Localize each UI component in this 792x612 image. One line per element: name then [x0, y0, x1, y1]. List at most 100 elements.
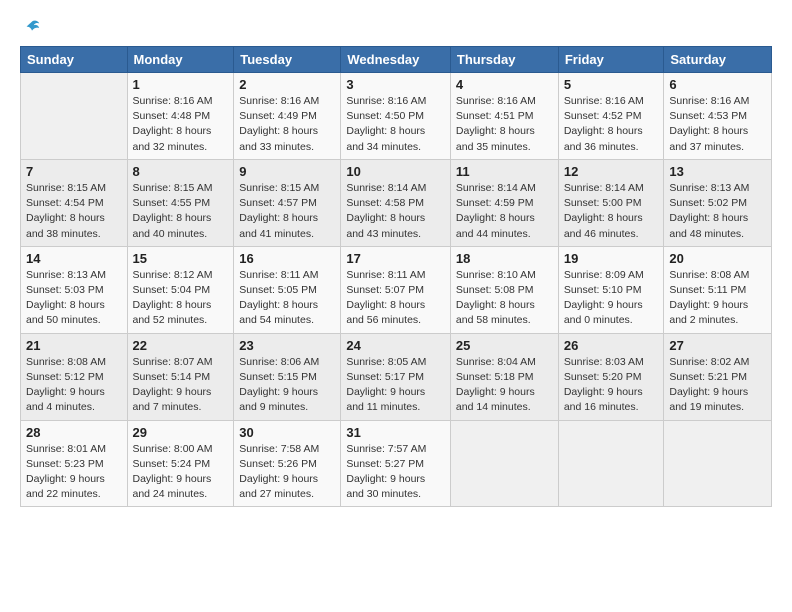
- day-info: Sunrise: 8:15 AM Sunset: 4:57 PM Dayligh…: [239, 181, 335, 242]
- day-info: Sunrise: 8:11 AM Sunset: 5:05 PM Dayligh…: [239, 268, 335, 329]
- column-header-monday: Monday: [127, 47, 234, 73]
- day-info: Sunrise: 8:00 AM Sunset: 5:24 PM Dayligh…: [133, 442, 229, 503]
- day-info: Sunrise: 8:15 AM Sunset: 4:54 PM Dayligh…: [26, 181, 122, 242]
- day-number: 23: [239, 338, 335, 353]
- day-number: 31: [346, 425, 445, 440]
- column-header-tuesday: Tuesday: [234, 47, 341, 73]
- day-cell: 7 Sunrise: 8:15 AM Sunset: 4:54 PM Daylig…: [21, 159, 128, 246]
- day-info: Sunrise: 8:12 AM Sunset: 5:04 PM Dayligh…: [133, 268, 229, 329]
- day-cell: 2 Sunrise: 8:16 AM Sunset: 4:49 PM Daylig…: [234, 73, 341, 160]
- day-cell: 15 Sunrise: 8:12 AM Sunset: 5:04 PM Dayli…: [127, 246, 234, 333]
- day-number: 12: [564, 164, 659, 179]
- logo-bird-icon: [23, 18, 41, 36]
- day-number: 16: [239, 251, 335, 266]
- day-info: Sunrise: 8:02 AM Sunset: 5:21 PM Dayligh…: [669, 355, 766, 416]
- day-info: Sunrise: 8:06 AM Sunset: 5:15 PM Dayligh…: [239, 355, 335, 416]
- column-header-saturday: Saturday: [664, 47, 772, 73]
- day-number: 3: [346, 77, 445, 92]
- day-info: Sunrise: 8:01 AM Sunset: 5:23 PM Dayligh…: [26, 442, 122, 503]
- day-cell: 9Sunrise: 8:15 AM Sunset: 4:57 PM Daylig…: [234, 159, 341, 246]
- calendar: SundayMondayTuesdayWednesdayThursdayFrid…: [20, 46, 772, 507]
- day-info: Sunrise: 8:16 AM Sunset: 4:51 PM Dayligh…: [456, 94, 553, 155]
- day-info: Sunrise: 7:57 AM Sunset: 5:27 PM Dayligh…: [346, 442, 445, 503]
- day-number: 5: [564, 77, 659, 92]
- day-info: Sunrise: 8:14 AM Sunset: 4:58 PM Dayligh…: [346, 181, 445, 242]
- day-cell: 17 Sunrise: 8:11 AM Sunset: 5:07 PM Dayli…: [341, 246, 451, 333]
- day-number: 26: [564, 338, 659, 353]
- day-number: 10: [346, 164, 445, 179]
- day-number: 2: [239, 77, 335, 92]
- day-cell: 23 Sunrise: 8:06 AM Sunset: 5:15 PM Dayli…: [234, 333, 341, 420]
- day-cell: 28 Sunrise: 8:01 AM Sunset: 5:23 PM Dayli…: [21, 420, 128, 507]
- day-number: 6: [669, 77, 766, 92]
- day-cell: 19 Sunrise: 8:09 AM Sunset: 5:10 PM Dayli…: [558, 246, 664, 333]
- day-info: Sunrise: 8:16 AM Sunset: 4:49 PM Dayligh…: [239, 94, 335, 155]
- day-cell: 16 Sunrise: 8:11 AM Sunset: 5:05 PM Dayli…: [234, 246, 341, 333]
- column-header-thursday: Thursday: [450, 47, 558, 73]
- logo-text: [20, 18, 41, 36]
- day-info: Sunrise: 8:08 AM Sunset: 5:11 PM Dayligh…: [669, 268, 766, 329]
- day-number: 19: [564, 251, 659, 266]
- day-number: 24: [346, 338, 445, 353]
- day-info: Sunrise: 8:08 AM Sunset: 5:12 PM Dayligh…: [26, 355, 122, 416]
- page: SundayMondayTuesdayWednesdayThursdayFrid…: [0, 0, 792, 517]
- day-cell: 6 Sunrise: 8:16 AM Sunset: 4:53 PM Daylig…: [664, 73, 772, 160]
- week-row-3: 14 Sunrise: 8:13 AM Sunset: 5:03 PM Dayli…: [21, 246, 772, 333]
- day-number: 1: [133, 77, 229, 92]
- day-info: Sunrise: 8:07 AM Sunset: 5:14 PM Dayligh…: [133, 355, 229, 416]
- day-number: 14: [26, 251, 122, 266]
- day-info: Sunrise: 8:15 AM Sunset: 4:55 PM Dayligh…: [133, 181, 229, 242]
- day-cell: 25 Sunrise: 8:04 AM Sunset: 5:18 PM Dayli…: [450, 333, 558, 420]
- day-info: Sunrise: 7:58 AM Sunset: 5:26 PM Dayligh…: [239, 442, 335, 503]
- day-cell: 12 Sunrise: 8:14 AM Sunset: 5:00 PM Dayli…: [558, 159, 664, 246]
- day-cell: [558, 420, 664, 507]
- week-row-2: 7 Sunrise: 8:15 AM Sunset: 4:54 PM Daylig…: [21, 159, 772, 246]
- day-cell: 1 Sunrise: 8:16 AM Sunset: 4:48 PM Daylig…: [127, 73, 234, 160]
- day-cell: 27 Sunrise: 8:02 AM Sunset: 5:21 PM Dayli…: [664, 333, 772, 420]
- day-info: Sunrise: 8:11 AM Sunset: 5:07 PM Dayligh…: [346, 268, 445, 329]
- day-cell: 11 Sunrise: 8:14 AM Sunset: 4:59 PM Dayli…: [450, 159, 558, 246]
- day-info: Sunrise: 8:16 AM Sunset: 4:48 PM Dayligh…: [133, 94, 229, 155]
- day-number: 28: [26, 425, 122, 440]
- day-number: 13: [669, 164, 766, 179]
- day-cell: [450, 420, 558, 507]
- day-info: Sunrise: 8:10 AM Sunset: 5:08 PM Dayligh…: [456, 268, 553, 329]
- day-cell: 10 Sunrise: 8:14 AM Sunset: 4:58 PM Dayli…: [341, 159, 451, 246]
- day-cell: 4Sunrise: 8:16 AM Sunset: 4:51 PM Daylig…: [450, 73, 558, 160]
- day-number: 18: [456, 251, 553, 266]
- day-number: 29: [133, 425, 229, 440]
- day-number: 17: [346, 251, 445, 266]
- day-number: 27: [669, 338, 766, 353]
- day-info: Sunrise: 8:14 AM Sunset: 4:59 PM Dayligh…: [456, 181, 553, 242]
- day-number: 25: [456, 338, 553, 353]
- day-number: 15: [133, 251, 229, 266]
- week-row-5: 28 Sunrise: 8:01 AM Sunset: 5:23 PM Dayli…: [21, 420, 772, 507]
- day-info: Sunrise: 8:04 AM Sunset: 5:18 PM Dayligh…: [456, 355, 553, 416]
- day-info: Sunrise: 8:16 AM Sunset: 4:50 PM Dayligh…: [346, 94, 445, 155]
- day-info: Sunrise: 8:14 AM Sunset: 5:00 PM Dayligh…: [564, 181, 659, 242]
- day-cell: 18 Sunrise: 8:10 AM Sunset: 5:08 PM Dayli…: [450, 246, 558, 333]
- day-cell: 31 Sunrise: 7:57 AM Sunset: 5:27 PM Dayli…: [341, 420, 451, 507]
- day-number: 21: [26, 338, 122, 353]
- day-cell: 24 Sunrise: 8:05 AM Sunset: 5:17 PM Dayli…: [341, 333, 451, 420]
- column-header-wednesday: Wednesday: [341, 47, 451, 73]
- week-row-4: 21 Sunrise: 8:08 AM Sunset: 5:12 PM Dayli…: [21, 333, 772, 420]
- day-number: 7: [26, 164, 122, 179]
- logo: [20, 18, 41, 36]
- day-info: Sunrise: 8:16 AM Sunset: 4:53 PM Dayligh…: [669, 94, 766, 155]
- day-info: Sunrise: 8:03 AM Sunset: 5:20 PM Dayligh…: [564, 355, 659, 416]
- day-cell: 8Sunrise: 8:15 AM Sunset: 4:55 PM Daylig…: [127, 159, 234, 246]
- column-header-sunday: Sunday: [21, 47, 128, 73]
- day-cell: 21 Sunrise: 8:08 AM Sunset: 5:12 PM Dayli…: [21, 333, 128, 420]
- day-info: Sunrise: 8:13 AM Sunset: 5:02 PM Dayligh…: [669, 181, 766, 242]
- day-cell: 20Sunrise: 8:08 AM Sunset: 5:11 PM Dayli…: [664, 246, 772, 333]
- column-header-friday: Friday: [558, 47, 664, 73]
- day-info: Sunrise: 8:09 AM Sunset: 5:10 PM Dayligh…: [564, 268, 659, 329]
- day-number: 11: [456, 164, 553, 179]
- day-cell: 5Sunrise: 8:16 AM Sunset: 4:52 PM Daylig…: [558, 73, 664, 160]
- day-number: 30: [239, 425, 335, 440]
- day-cell: [664, 420, 772, 507]
- day-info: Sunrise: 8:13 AM Sunset: 5:03 PM Dayligh…: [26, 268, 122, 329]
- day-info: Sunrise: 8:05 AM Sunset: 5:17 PM Dayligh…: [346, 355, 445, 416]
- day-cell: [21, 73, 128, 160]
